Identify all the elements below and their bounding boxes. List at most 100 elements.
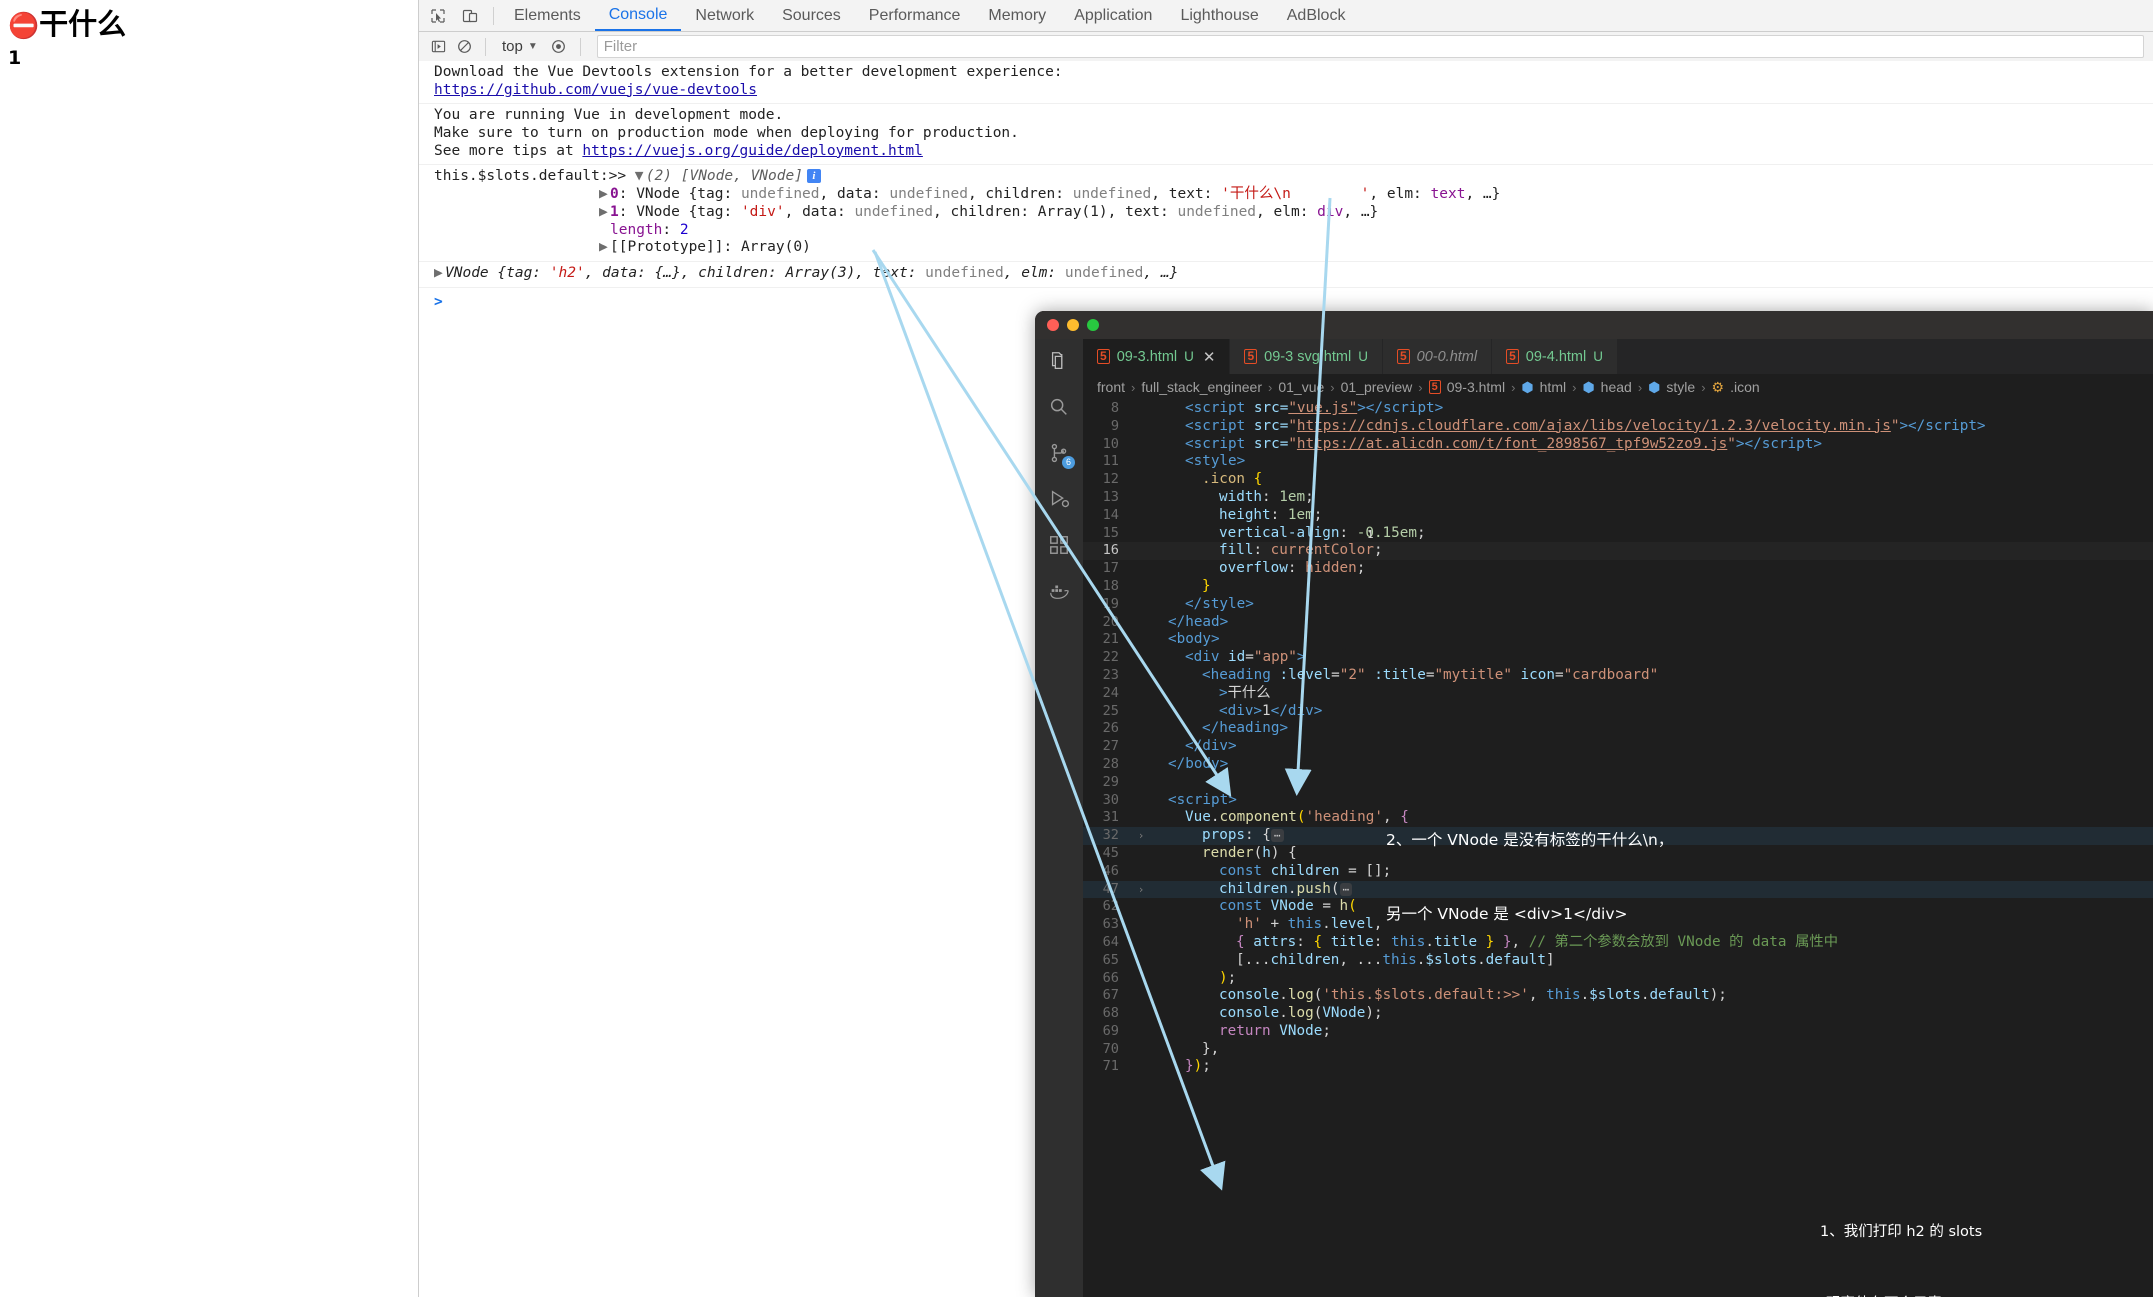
vuejs-deployment-link[interactable]: https://vuejs.org/guide/deployment.html [582,143,922,159]
tab-network[interactable]: Network [681,0,768,31]
tab-console[interactable]: Console [594,0,682,31]
code-line[interactable]: 71}); [1083,1058,2153,1076]
slots-log-header: this.$slots.default:>> ▼ (2) [VNode, VNod… [434,168,2153,186]
search-icon[interactable] [1045,393,1073,421]
editor-tab-09-3-html[interactable]: 5 09-3.html U ✕ [1083,339,1231,374]
slots-row-index: 1 [610,203,619,220]
breadcrumb-item-file[interactable]: 09-3.html [1447,379,1505,395]
fold-chevron-icon[interactable]: › [1135,827,1147,845]
page-div-content: 1 [8,47,22,69]
devtools-tabbar: Elements Console Network Sources Perform… [419,0,2153,32]
code-line[interactable]: 15 vertical-align: -0.15em; [1083,525,2153,543]
fold-chevron-icon[interactable]: › [1135,881,1147,899]
expand-triangle-icon[interactable]: ▼ [635,168,646,186]
code-line[interactable]: 14 height: 1em; [1083,507,2153,525]
code-text: overflow: hidden; [1219,560,1366,577]
window-zoom-button[interactable] [1087,319,1099,331]
annotation-2-line-2: 另一个 VNode 是 <div>1</div> [1386,905,1628,924]
device-toolbar-icon[interactable] [459,5,481,27]
code-text: props: {⋯ [1147,827,1284,845]
code-line[interactable]: 16 fill: currentColor; [1083,542,2153,561]
code-line[interactable]: 17 overflow: hidden; [1083,560,2153,578]
line-number: 26 [1102,720,1119,737]
info-badge-icon[interactable]: i [806,169,821,184]
close-icon[interactable]: ✕ [1203,348,1216,366]
code-line[interactable]: 10 <script src="https://at.alicdn.com/t/f… [1083,436,2153,454]
expand-triangle-icon[interactable]: ▶ [599,239,610,257]
code-line[interactable]: 12 .icon { [1083,471,2153,489]
window-close-button[interactable] [1047,319,1059,331]
code-line[interactable]: 26 </heading> [1083,720,2153,738]
clear-console-icon[interactable] [453,36,475,58]
vnode-log-line[interactable]: ▶ VNode {tag: 'h2', data: {…}, children: … [434,265,2153,283]
expand-triangle-icon[interactable]: ▶ [599,186,610,204]
code-line[interactable]: 23 <heading :level="2" :title="mytitle" i… [1083,667,2153,685]
code-line[interactable]: 25 <div>1</div> [1083,703,2153,721]
breadcrumb-symbol-icon-rule[interactable]: .icon [1730,379,1760,395]
editor-tab-09-4-html[interactable]: 5 09-4.html U [1492,339,1618,374]
code-line[interactable]: 19 </style> [1083,596,2153,614]
line-number: 28 [1102,755,1119,772]
line-number: 17 [1102,560,1119,577]
breadcrumb-symbol-head[interactable]: head [1601,379,1632,395]
vue-devtools-link[interactable]: https://github.com/vuejs/vue-devtools [434,82,757,98]
breadcrumb-separator: › [1131,379,1136,395]
extensions-icon[interactable] [1045,531,1073,559]
code-text: const VNode = h( [1219,898,1357,915]
tab-performance[interactable]: Performance [855,0,975,31]
tab-lighthouse[interactable]: Lighthouse [1166,0,1272,31]
code-line[interactable]: 21 <body> [1083,631,2153,649]
editor-tab-00-0-html[interactable]: 5 00-0.html [1382,339,1493,374]
code-line[interactable]: 28 </body> [1083,756,2153,774]
run-debug-icon[interactable] [1045,485,1073,513]
tab-adblock[interactable]: AdBlock [1273,0,1360,31]
code-line[interactable]: 13 width: 1em; [1083,489,2153,507]
breadcrumb-item-01-preview[interactable]: 01_preview [1341,379,1413,395]
editor-tab-09-3-svg-html[interactable]: 5 09-3 svg.html U [1230,339,1383,374]
editor-tab-badge: U [1593,349,1603,364]
tab-sources[interactable]: Sources [768,0,855,31]
code-line[interactable]: 24 >干什么 [1083,685,2153,703]
source-control-icon[interactable]: 6 [1045,439,1075,469]
run-script-icon[interactable] [427,36,449,58]
code-line[interactable]: 9 <script src="https://cdnjs.cloudflare.c… [1083,418,2153,436]
source-control-badge: 6 [1062,456,1075,469]
tab-memory[interactable]: Memory [974,0,1060,31]
window-minimize-button[interactable] [1067,319,1079,331]
slots-length-value: 2 [679,221,689,238]
tab-application[interactable]: Application [1060,0,1166,31]
code-line[interactable]: 18} [1083,578,2153,596]
expand-triangle-icon[interactable]: ▶ [434,265,445,283]
docker-icon[interactable] [1045,577,1073,605]
live-expression-icon[interactable] [548,36,570,58]
code-line[interactable]: 8 <script src="vue.js"></script> [1083,400,2153,418]
code-line[interactable]: 11 <style> [1083,453,2153,471]
annotation-1: 1、我们打印 h2 的 slots 观察他有两个元素 [1820,1178,1982,1297]
slots-row-1[interactable]: ▶ 1: VNode {tag: 'div', data: undefined, … [434,204,2153,222]
code-line[interactable]: 22 <div id="app"> [1083,649,2153,667]
breadcrumb-item-front[interactable]: front [1097,379,1125,395]
console-filter-input[interactable]: Filter [596,35,2144,58]
line-number: 67 [1102,987,1119,1004]
breadcrumb-symbol-style[interactable]: style [1666,379,1695,395]
slots-row-0[interactable]: ▶ 0: VNode {tag: undefined, data: undefin… [434,186,2153,204]
code-line[interactable]: 68 console.log(VNode); [1083,1005,2153,1023]
code-line[interactable]: 20 </head> [1083,614,2153,632]
breadcrumb-item-full-stack-engineer[interactable]: full_stack_engineer [1141,379,1262,395]
expand-triangle-icon[interactable]: ▶ [599,204,610,222]
code-text: </head> [1168,613,1229,630]
code-line[interactable]: 67 console.log('this.$slots.default:>>', … [1083,987,2153,1005]
explorer-icon[interactable] [1045,347,1073,375]
breadcrumb-symbol-html[interactable]: html [1540,379,1566,395]
symbol-cube-icon: ⬢ [1582,378,1595,395]
line-number: 10 [1102,435,1119,452]
console-context-selector[interactable]: top ▼ [496,36,544,57]
code-line[interactable]: 69 return VNode; [1083,1023,2153,1041]
console-prompt-chevron: > [434,293,443,310]
inspect-element-icon[interactable] [427,5,449,27]
code-line[interactable]: 27 </div> [1083,738,2153,756]
tab-elements[interactable]: Elements [500,0,595,31]
slots-row-prototype[interactable]: ▶ [[Prototype]]: Array(0) [434,239,2153,257]
breadcrumb-item-01-vue[interactable]: 01_vue [1278,379,1324,395]
code-line[interactable]: 70}, [1083,1041,2153,1059]
